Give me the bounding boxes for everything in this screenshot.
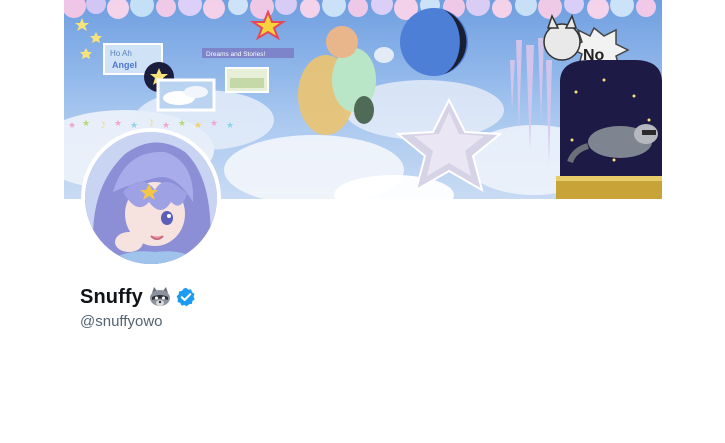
svg-text:★: ★	[178, 119, 186, 129]
profile-avatar[interactable]	[85, 132, 217, 264]
svg-text:★: ★	[114, 119, 122, 129]
verified-badge-icon[interactable]	[176, 287, 196, 307]
profile-column: Ho Ah Angel Dreams and Stories! ★ ★ ☽ ★ …	[64, 0, 662, 443]
svg-text:★: ★	[210, 119, 218, 129]
svg-text:☽: ☽	[98, 121, 106, 131]
svg-text:★: ★	[226, 121, 234, 131]
svg-text:★: ★	[68, 121, 76, 131]
svg-text:Ho Ah: Ho Ah	[110, 49, 132, 58]
profile-page: Ho Ah Angel Dreams and Stories! ★ ★ ☽ ★ …	[0, 0, 725, 443]
avatar-illustration	[85, 132, 217, 264]
banner-sticker-label: Dreams and Stories!	[206, 51, 265, 58]
avatar-ring	[81, 128, 221, 268]
display-name: Snuffy	[80, 285, 143, 308]
svg-text:★: ★	[194, 121, 202, 131]
raccoon-icon	[149, 287, 171, 307]
svg-text:★: ★	[82, 119, 90, 129]
profile-name-row: Snuffy	[80, 284, 196, 310]
svg-text:Angel: Angel	[112, 60, 137, 70]
profile-handle: @snuffyowo	[80, 313, 163, 330]
